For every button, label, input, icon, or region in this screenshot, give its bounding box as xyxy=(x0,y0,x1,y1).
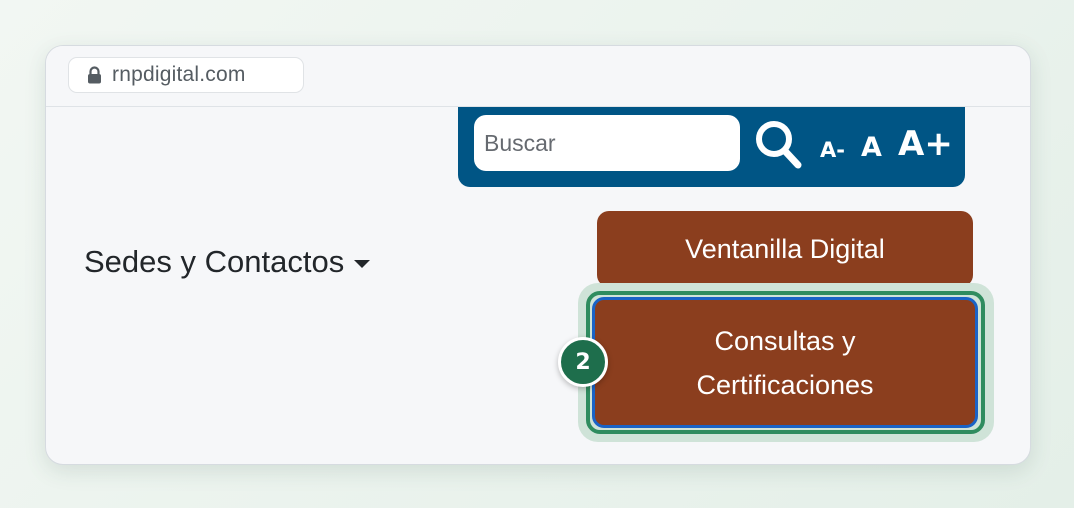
ventanilla-digital-button[interactable]: Ventanilla Digital xyxy=(597,211,973,287)
font-decrease-button[interactable]: A- xyxy=(820,140,845,161)
lock-icon xyxy=(88,66,101,84)
font-normal-button[interactable]: A xyxy=(861,134,882,161)
search-input[interactable] xyxy=(474,115,740,171)
url-text: rnpdigital.com xyxy=(112,63,246,86)
consultas-label-line2: Certificaciones xyxy=(696,369,874,400)
search-icon[interactable] xyxy=(754,119,804,171)
font-increase-button[interactable]: A+ xyxy=(898,127,953,161)
consultas-certificaciones-button[interactable]: Consultas y Certificaciones xyxy=(592,297,978,428)
sedes-contactos-dropdown[interactable]: Sedes y Contactos xyxy=(84,244,371,280)
browser-window: rnpdigital.com A- A A+ Sedes y Contactos… xyxy=(45,45,1031,465)
accessibility-search-bar: A- A A+ xyxy=(458,107,965,187)
step-number-badge: 2 xyxy=(558,337,608,387)
address-bar[interactable]: rnpdigital.com xyxy=(68,57,304,93)
consultas-label-line1: Consultas y xyxy=(714,325,856,356)
caret-down-icon xyxy=(354,259,371,268)
browser-toolbar: rnpdigital.com xyxy=(46,46,1030,107)
sedes-contactos-label: Sedes y Contactos xyxy=(84,244,345,279)
